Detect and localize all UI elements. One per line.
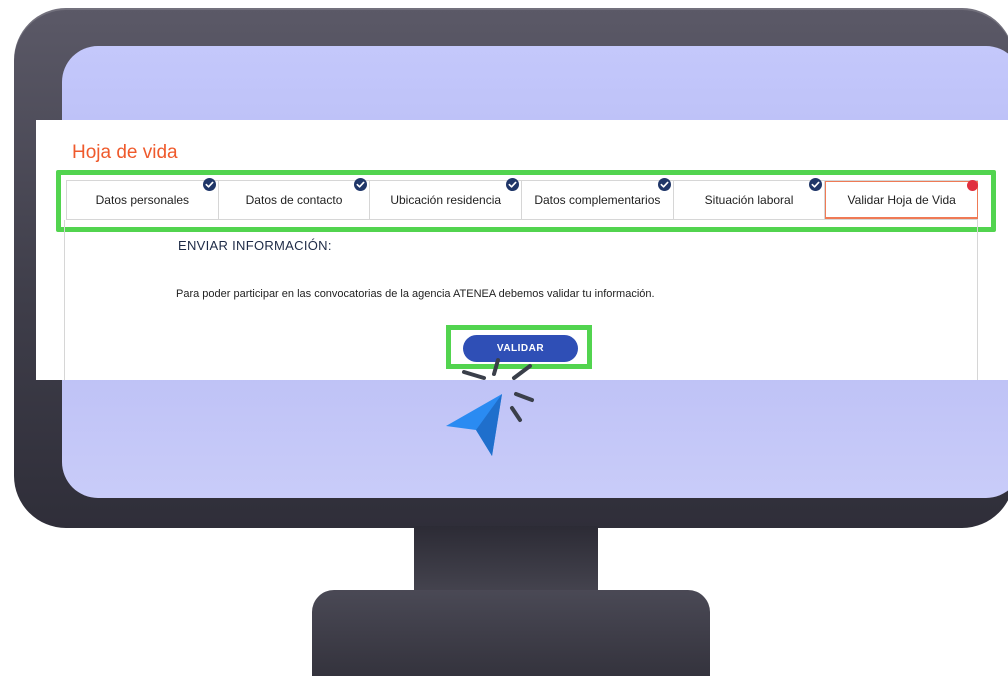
web-page-panel: Hoja de vida Datos personales Datos de c…	[36, 120, 1008, 380]
page-title: Hoja de vida	[72, 142, 178, 163]
tab-label: Datos complementarios	[534, 193, 661, 207]
section-description: Para poder participar en las convocatori…	[176, 288, 655, 300]
tab-datos-personales[interactable]: Datos personales	[66, 178, 219, 219]
tab-ubicacion-residencia[interactable]: Ubicación residencia	[370, 178, 523, 219]
tab-label: Datos de contacto	[245, 193, 343, 207]
section-heading: ENVIAR INFORMACIÓN:	[178, 238, 332, 253]
tab-validar-hoja-de-vida[interactable]: Validar Hoja de Vida	[825, 180, 979, 219]
tab-datos-de-contacto[interactable]: Datos de contacto	[219, 178, 371, 219]
tab-datos-complementarios[interactable]: Datos complementarios	[522, 178, 674, 219]
tab-situacion-laboral[interactable]: Situación laboral	[674, 178, 826, 219]
monitor-neck	[414, 526, 598, 594]
check-circle-icon	[809, 178, 823, 191]
check-circle-icon	[354, 178, 368, 191]
tab-label: Validar Hoja de Vida	[847, 192, 956, 207]
check-circle-icon	[202, 178, 216, 191]
tab-label: Datos personales	[95, 193, 190, 207]
illustration-stage: Hoja de vida Datos personales Datos de c…	[0, 0, 1008, 676]
cursor-arrow-icon	[446, 358, 534, 456]
tab-label: Situación laboral	[704, 193, 794, 207]
alert-dot-icon	[967, 180, 979, 191]
tab-label: Ubicación residencia	[390, 193, 502, 207]
check-circle-icon	[506, 178, 520, 191]
monitor-base	[312, 590, 710, 676]
check-circle-icon	[657, 178, 671, 191]
tabs-bar: Datos personales Datos de contacto Ubica…	[66, 178, 979, 220]
